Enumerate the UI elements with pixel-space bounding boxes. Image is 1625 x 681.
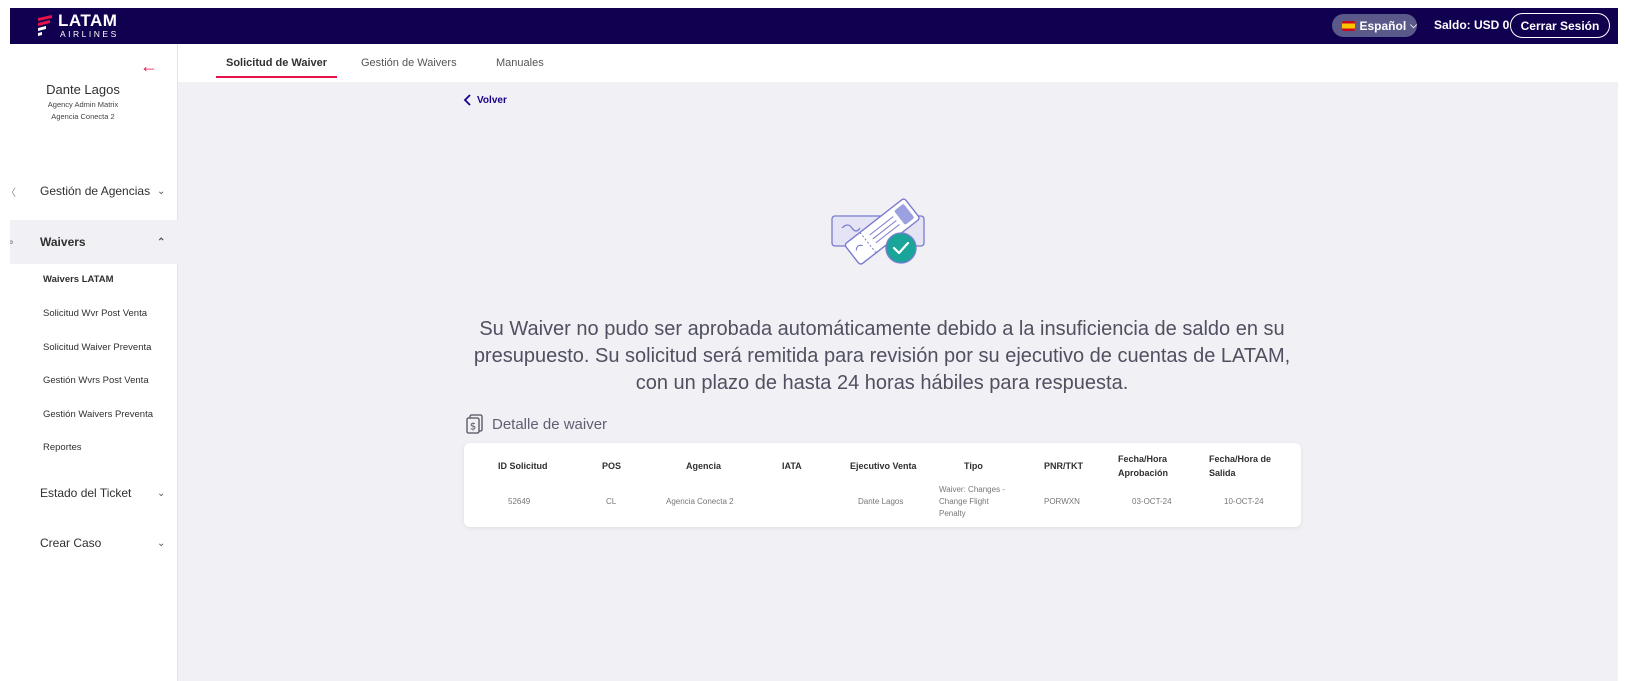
sidebar-subitem-gestion-wvrs-post-venta[interactable]: Gestión Wvrs Post Venta xyxy=(43,375,149,386)
tab-solicitud-de-waiver[interactable]: Solicitud de Waiver xyxy=(215,44,338,82)
sidebar-subitem-waivers-latam[interactable]: Waivers LATAM xyxy=(43,274,114,285)
table-header-iata: IATA xyxy=(782,461,802,471)
waiver-tickets-illustration xyxy=(831,198,925,265)
user-agency: Agencia Conecta 2 xyxy=(51,112,115,121)
logout-button[interactable]: Cerrar Sesión xyxy=(1510,13,1610,38)
user-name: Dante Lagos xyxy=(46,82,120,97)
app-frame: LATAM AIRLINES Español ⌵ Saldo: USD 0 Ce… xyxy=(10,8,1618,681)
sidebar-item-label: Estado del Ticket xyxy=(40,486,132,500)
detail-title: $ Detalle de waiver xyxy=(466,414,607,434)
sidebar-subitem-solicitud-wvr-post-venta[interactable]: Solicitud Wvr Post Venta xyxy=(43,308,147,319)
back-link[interactable]: Volver xyxy=(463,94,507,106)
table-cell-agencia: Agencia Conecta 2 xyxy=(666,497,734,506)
waivers-icon: ∞ xyxy=(10,237,13,248)
sidebar-item-estado-ticket[interactable]: Estado del Ticket ⌄ xyxy=(10,471,178,515)
language-label: Español xyxy=(1359,18,1407,33)
logo-subtext: AIRLINES xyxy=(60,29,119,39)
chevron-down-icon: ⌵ xyxy=(1410,20,1417,30)
table-header-pnr: PNR/TKT xyxy=(1044,461,1083,471)
collapse-sidebar-arrow-icon[interactable]: ← xyxy=(140,56,158,77)
sidebar-item-waivers[interactable]: ∞ Waivers ⌃ xyxy=(10,220,178,264)
tab-manuales[interactable]: Manuales xyxy=(496,44,544,82)
table-cell-pnr: PORWXN xyxy=(1044,497,1080,506)
latam-logo[interactable]: LATAM AIRLINES xyxy=(36,11,146,41)
sidebar: ← Dante Lagos Agency Admin Matrix Agenci… xyxy=(10,44,178,681)
table-cell-fecha-aprobacion: 03-OCT-24 xyxy=(1132,497,1172,506)
back-label: Volver xyxy=(477,94,507,106)
tab-bar: Solicitud de Waiver Gestión de Waivers M… xyxy=(178,44,1618,82)
table-cell-ejecutivo: Dante Lagos xyxy=(858,497,904,506)
sidebar-item-gestion-agencias[interactable]: 〈 Gestión de Agencias ⌄ xyxy=(10,169,178,213)
table-header-fecha-aprobacion: Fecha/Hora Aprobación xyxy=(1118,454,1169,478)
svg-text:$: $ xyxy=(470,422,476,433)
sidebar-item-label: Waivers xyxy=(40,235,86,249)
sidebar-subitem-gestion-waivers-preventa[interactable]: Gestión Waivers Preventa xyxy=(43,409,153,420)
top-bar: LATAM AIRLINES Español ⌵ Saldo: USD 0 Ce… xyxy=(10,8,1618,44)
table-header-id: ID Solicitud xyxy=(498,461,548,471)
table-header-pos: POS xyxy=(602,461,622,471)
chevron-down-icon: ⌄ xyxy=(157,537,166,549)
balance-label: Saldo: USD 0 xyxy=(1434,18,1510,32)
sidebar-subitem-solicitud-waiver-preventa[interactable]: Solicitud Waiver Preventa xyxy=(43,342,151,353)
sidebar-item-label: Gestión de Agencias xyxy=(40,184,151,198)
chevron-left-icon xyxy=(463,94,471,106)
logo-text: LATAM xyxy=(58,11,118,30)
latam-logo-icon xyxy=(38,15,52,36)
status-message: Su Waiver no pudo ser aprobada automátic… xyxy=(473,318,1291,394)
agencies-icon: 〈 xyxy=(10,184,16,199)
table-cell-fecha-salida: 10-OCT-24 xyxy=(1224,497,1264,506)
user-role: Agency Admin Matrix xyxy=(47,100,119,109)
table-header-tipo: Tipo xyxy=(964,461,983,471)
detail-title-label: Detalle de waiver xyxy=(492,415,608,433)
table-header-agencia: Agencia xyxy=(686,461,722,471)
table-header-fecha-salida: Fecha/Hora de Salida xyxy=(1209,454,1272,478)
table-header-ejecutivo: Ejecutivo Venta xyxy=(850,461,917,471)
table-cell-tipo: Waiver: Changes - Change Flight Penalty xyxy=(939,485,1005,518)
chevron-up-icon: ⌃ xyxy=(157,236,166,248)
tab-gestion-de-waivers[interactable]: Gestión de Waivers xyxy=(361,44,457,82)
language-selector[interactable]: Español ⌵ xyxy=(1332,14,1417,37)
table-cell-pos: CL xyxy=(606,497,617,506)
sidebar-item-label: Crear Caso xyxy=(40,536,102,550)
table-cell-id: 52649 xyxy=(508,497,531,506)
document-money-icon: $ xyxy=(466,414,483,434)
sidebar-item-crear-caso[interactable]: Crear Caso ⌄ xyxy=(10,521,178,565)
chevron-down-icon: ⌄ xyxy=(157,487,166,499)
chevron-down-icon: ⌄ xyxy=(157,185,166,197)
sidebar-subitem-reportes[interactable]: Reportes xyxy=(43,442,82,453)
waiver-detail-table: ID Solicitud POS Agencia IATA Ejecutivo … xyxy=(464,443,1301,527)
spain-flag-icon xyxy=(1342,20,1356,31)
